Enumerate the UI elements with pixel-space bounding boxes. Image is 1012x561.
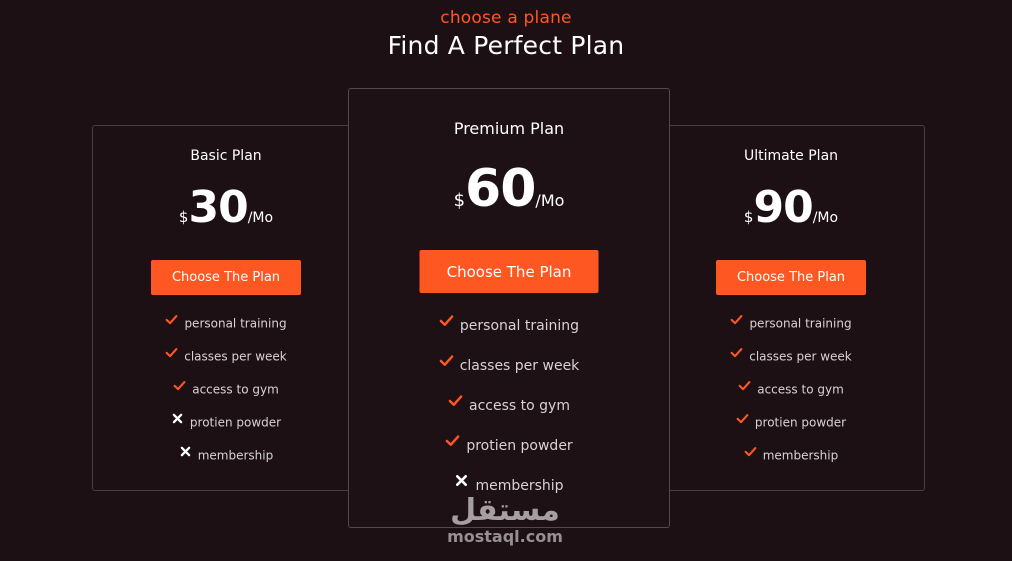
check-icon: [738, 378, 751, 398]
plan-price: $60/Mo: [349, 159, 669, 219]
plan-card-premium: Premium Plan $60/Mo Choose The Plan pers…: [348, 88, 670, 528]
feature-item: protien powder: [658, 412, 924, 445]
check-icon: [744, 444, 757, 464]
price-period: /Mo: [535, 191, 565, 210]
feature-label: membership: [197, 448, 274, 463]
page-title: Find A Perfect Plan: [387, 31, 625, 60]
feature-label: access to gym: [192, 382, 279, 397]
price-amount: 60: [465, 159, 536, 219]
feature-label: classes per week: [749, 349, 852, 364]
feature-label: access to gym: [757, 382, 844, 397]
check-icon: [730, 345, 743, 365]
x-icon: [171, 411, 184, 431]
feature-label: protien powder: [466, 438, 573, 454]
feature-label: membership: [475, 478, 564, 494]
check-icon: [730, 312, 743, 332]
price-currency: $: [453, 190, 466, 211]
check-icon: [165, 345, 178, 365]
plan-price: $30/Mo: [93, 182, 359, 233]
plan-name: Premium Plan: [453, 119, 565, 138]
x-icon: [179, 444, 192, 464]
check-icon: [165, 312, 178, 332]
check-icon: [439, 313, 454, 335]
check-icon: [439, 353, 454, 375]
price-period: /Mo: [247, 210, 274, 226]
plan-name: Basic Plan: [190, 148, 262, 164]
plan-card-ultimate: Ultimate Plan $90/Mo Choose The Plan per…: [657, 125, 925, 491]
watermark-arabic: مستقل: [450, 493, 560, 528]
feature-label: protien powder: [189, 415, 282, 430]
feature-item: personal training: [658, 313, 924, 346]
x-icon: [454, 473, 469, 495]
feature-item: access to gym: [93, 379, 359, 412]
plan-name: Ultimate Plan: [743, 148, 839, 164]
check-icon: [448, 393, 463, 415]
choose-plan-button[interactable]: Choose The Plan: [151, 260, 301, 295]
section-kicker: choose a plane: [440, 8, 572, 28]
feature-list: personal training classes per week acces…: [349, 315, 669, 515]
feature-label: classes per week: [184, 349, 287, 364]
price-period: /Mo: [812, 210, 839, 226]
feature-label: personal training: [749, 316, 852, 331]
feature-item: membership: [93, 445, 359, 478]
feature-label: personal training: [184, 316, 287, 331]
plan-price: $90/Mo: [658, 182, 924, 233]
check-icon: [173, 378, 186, 398]
watermark: مستقل mostaql.com: [440, 494, 570, 546]
watermark-domain: mostaql.com: [447, 527, 563, 546]
price-amount: 30: [188, 182, 248, 233]
feature-label: classes per week: [459, 358, 580, 374]
feature-list: personal training classes per week acces…: [93, 313, 359, 478]
feature-item: protien powder: [349, 435, 669, 475]
check-icon: [736, 411, 749, 431]
price-amount: 90: [753, 182, 813, 233]
feature-label: access to gym: [469, 398, 570, 414]
feature-item: personal training: [93, 313, 359, 346]
feature-item: access to gym: [658, 379, 924, 412]
feature-item: classes per week: [658, 346, 924, 379]
feature-list: personal training classes per week acces…: [658, 313, 924, 478]
feature-label: protien powder: [754, 415, 847, 430]
feature-item: personal training: [349, 315, 669, 355]
feature-item: access to gym: [349, 395, 669, 435]
choose-plan-button[interactable]: Choose The Plan: [716, 260, 866, 295]
feature-item: protien powder: [93, 412, 359, 445]
feature-label: membership: [762, 448, 839, 463]
feature-label: personal training: [459, 318, 580, 334]
feature-item: classes per week: [349, 355, 669, 395]
feature-item: membership: [658, 445, 924, 478]
choose-plan-button[interactable]: Choose The Plan: [419, 250, 599, 293]
price-currency: $: [743, 208, 754, 226]
feature-item: classes per week: [93, 346, 359, 379]
plan-card-basic: Basic Plan $30/Mo Choose The Plan person…: [92, 125, 360, 491]
price-currency: $: [178, 208, 189, 226]
check-icon: [445, 433, 460, 455]
